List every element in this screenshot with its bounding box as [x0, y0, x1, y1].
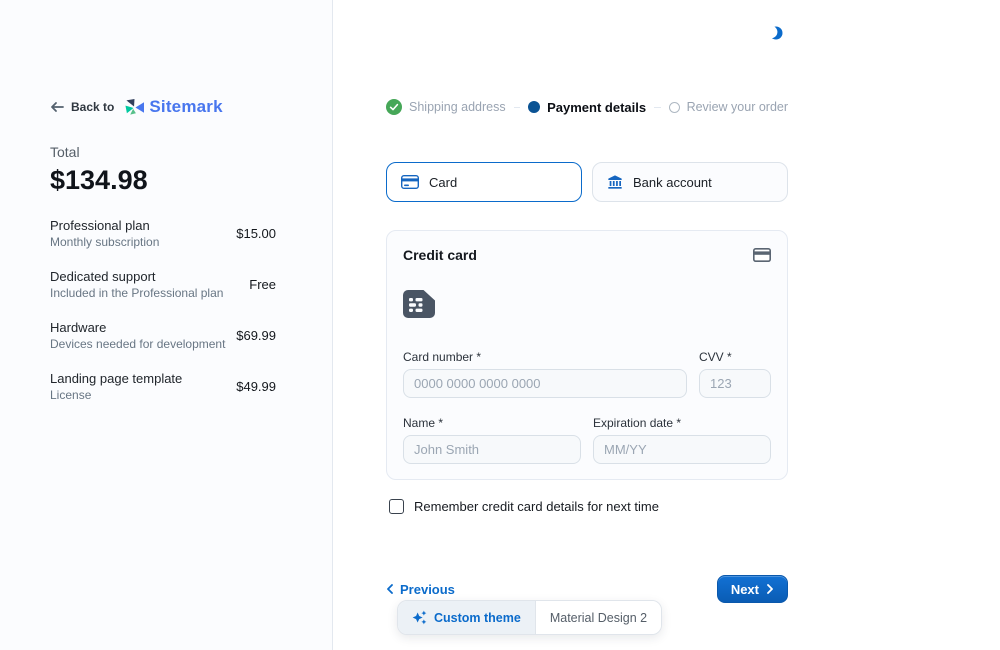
theme-switcher: Custom theme Material Design 2 — [397, 600, 662, 635]
item-price: $15.00 — [236, 226, 276, 241]
step-review-order: Review your order — [669, 100, 788, 114]
sitemark-logo-icon — [124, 98, 145, 117]
theme-option-material-design-2[interactable]: Material Design 2 — [536, 601, 661, 634]
expiration-date-label: Expiration date * — [593, 416, 771, 430]
name-label: Name * — [403, 416, 581, 430]
item-price: Free — [249, 277, 276, 292]
payment-method-toggle: Card Bank account — [386, 162, 788, 202]
order-items-list: Professional plan Monthly subscription $… — [50, 218, 276, 402]
back-label: Back to — [71, 100, 114, 114]
arrow-back-icon — [50, 101, 64, 113]
step-shipping-address: Shipping address — [386, 99, 506, 115]
total-label: Total — [50, 144, 332, 160]
item-subtitle: Included in the Professional plan — [50, 286, 223, 300]
sim-card-icon — [403, 290, 771, 323]
pending-step-circle-icon — [669, 102, 680, 113]
active-step-dot-icon — [528, 101, 540, 113]
next-button[interactable]: Next — [717, 575, 788, 603]
panel-title: Credit card — [403, 247, 477, 263]
dark-mode-toggle-button[interactable] — [762, 20, 788, 46]
method-label: Card — [429, 175, 457, 190]
checkout-stepper: Shipping address Payment details Review … — [386, 99, 788, 115]
remember-card-label: Remember credit card details for next ti… — [414, 499, 659, 514]
payment-pane: Shipping address Payment details Review … — [333, 0, 1000, 650]
nav-row: Previous Next — [386, 575, 788, 603]
credit-card-icon — [401, 175, 419, 189]
sparkle-icon — [412, 610, 427, 625]
back-link[interactable]: Back to Sitemark — [50, 97, 332, 117]
check-circle-icon — [386, 99, 402, 115]
credit-card-small-icon — [753, 248, 771, 262]
item-price: $69.99 — [236, 328, 276, 343]
list-item: Landing page template License $49.99 — [50, 371, 276, 402]
item-price: $49.99 — [236, 379, 276, 394]
list-item: Hardware Devices needed for development … — [50, 320, 276, 351]
list-item: Professional plan Monthly subscription $… — [50, 218, 276, 249]
chevron-left-icon — [386, 584, 393, 594]
item-title: Professional plan — [50, 218, 159, 233]
theme-option-label: Custom theme — [434, 611, 521, 625]
credit-card-panel: Credit card Card number * CVV * — [386, 230, 788, 480]
item-title: Landing page template — [50, 371, 182, 386]
step-payment-details: Payment details — [528, 100, 646, 115]
name-input[interactable] — [403, 435, 581, 464]
step-label: Review your order — [687, 100, 788, 114]
bank-icon — [607, 174, 623, 190]
cvv-label: CVV * — [699, 350, 771, 364]
chevron-right-icon — [767, 584, 774, 594]
theme-option-label: Material Design 2 — [550, 611, 647, 625]
item-subtitle: Devices needed for development — [50, 337, 225, 351]
previous-button[interactable]: Previous — [386, 582, 455, 597]
card-number-label: Card number * — [403, 350, 687, 364]
total-value: $134.98 — [50, 165, 332, 196]
next-label: Next — [731, 582, 759, 597]
moon-icon — [767, 25, 783, 41]
method-label: Bank account — [633, 175, 712, 190]
theme-option-custom-theme[interactable]: Custom theme — [398, 601, 535, 634]
cvv-input[interactable] — [699, 369, 771, 398]
item-title: Dedicated support — [50, 269, 223, 284]
brand-logo[interactable]: Sitemark — [124, 97, 222, 117]
item-subtitle: Monthly subscription — [50, 235, 159, 249]
step-connector — [654, 107, 660, 108]
step-connector — [514, 107, 520, 108]
item-subtitle: License — [50, 388, 182, 402]
method-bank-account-button[interactable]: Bank account — [592, 162, 788, 202]
step-label: Payment details — [547, 100, 646, 115]
item-title: Hardware — [50, 320, 225, 335]
remember-card-checkbox[interactable] — [389, 499, 404, 514]
brand-name: Sitemark — [149, 97, 222, 117]
card-number-input[interactable] — [403, 369, 687, 398]
step-label: Shipping address — [409, 100, 506, 114]
order-summary-pane: Back to Sitemark Total $134.98 Professio… — [0, 0, 333, 650]
expiration-date-input[interactable] — [593, 435, 771, 464]
previous-label: Previous — [400, 582, 455, 597]
list-item: Dedicated support Included in the Profes… — [50, 269, 276, 300]
remember-card-row: Remember credit card details for next ti… — [389, 499, 659, 514]
method-card-button[interactable]: Card — [386, 162, 582, 202]
